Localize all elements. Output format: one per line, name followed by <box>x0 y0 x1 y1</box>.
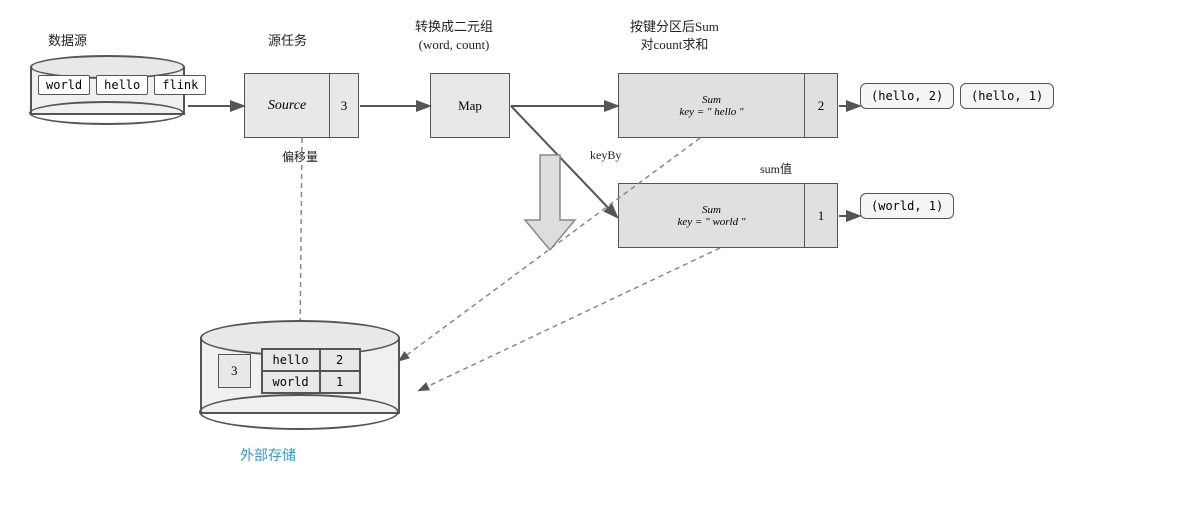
label-datasource: 数据源 <box>48 30 87 49</box>
db-cell-world-word: world <box>262 371 320 393</box>
cyl-item-world: world <box>38 75 90 95</box>
cyl-items: world hello flink <box>38 75 206 95</box>
sum-upper-num: 2 <box>805 74 837 137</box>
sum-upper-line1: Sum <box>702 94 721 106</box>
offset-label: 偏移量 <box>282 148 318 165</box>
result-world1: (world, 1) <box>860 193 954 219</box>
sum-lower-line2: key = " world " <box>678 216 746 228</box>
sum-upper-content: Sum key = " hello " <box>619 74 805 137</box>
db-cell-hello-word: hello <box>262 349 320 371</box>
source-label: Source <box>245 74 330 137</box>
label-source-task: 源任务 <box>268 30 307 49</box>
diagram: 数据源 源任务 转换成二元组 (word, count) 按键分区后Sum 对c… <box>0 0 1177 509</box>
label-keyby-sum: 按键分区后Sum 对count求和 <box>630 18 719 54</box>
sum-lower-content: Sum key = " world " <box>619 184 805 247</box>
db-cell-world-count: 1 <box>320 371 360 393</box>
sum-upper-line2: key = " hello " <box>679 106 743 118</box>
db-bottom <box>199 394 399 430</box>
db-content: 3 hello 2 world 1 <box>218 348 361 394</box>
db-row-hello: hello 2 <box>262 349 360 371</box>
db-right-table: hello 2 world 1 <box>261 348 361 394</box>
db-row-world: world 1 <box>262 371 360 393</box>
label-transform: 转换成二元组 (word, count) <box>415 18 493 54</box>
cyl-bottom <box>29 101 184 125</box>
cyl-item-hello: hello <box>96 75 148 95</box>
transform-line1: 转换成二元组 <box>415 19 493 34</box>
map-box: Map <box>430 73 510 138</box>
db-cell-hello-count: 2 <box>320 349 360 371</box>
result-hello2: (hello, 2) <box>860 83 954 109</box>
sum-upper-box: Sum key = " hello " 2 <box>618 73 838 138</box>
cyl-item-flink: flink <box>154 75 206 95</box>
sum-lower-num: 1 <box>805 184 837 247</box>
keyby-sum-line2: 对count求和 <box>640 37 708 52</box>
result-hello1: (hello, 1) <box>960 83 1054 109</box>
external-storage: 3 hello 2 world 1 <box>200 320 400 430</box>
keyby-sum-line1: 按键分区后Sum <box>630 19 719 34</box>
db-left-num: 3 <box>218 354 251 388</box>
datasource-cylinder: world hello flink <box>30 55 185 125</box>
source-num: 3 <box>330 74 358 137</box>
external-storage-label: 外部存储 <box>240 445 296 465</box>
sum-value-label: sum值 <box>760 160 792 177</box>
transform-line2: (word, count) <box>419 37 490 52</box>
sum-lower-line1: Sum <box>702 204 721 216</box>
source-box: Source 3 <box>244 73 359 138</box>
keyby-label: keyBy <box>590 148 621 163</box>
sum-lower-box: Sum key = " world " 1 <box>618 183 838 248</box>
